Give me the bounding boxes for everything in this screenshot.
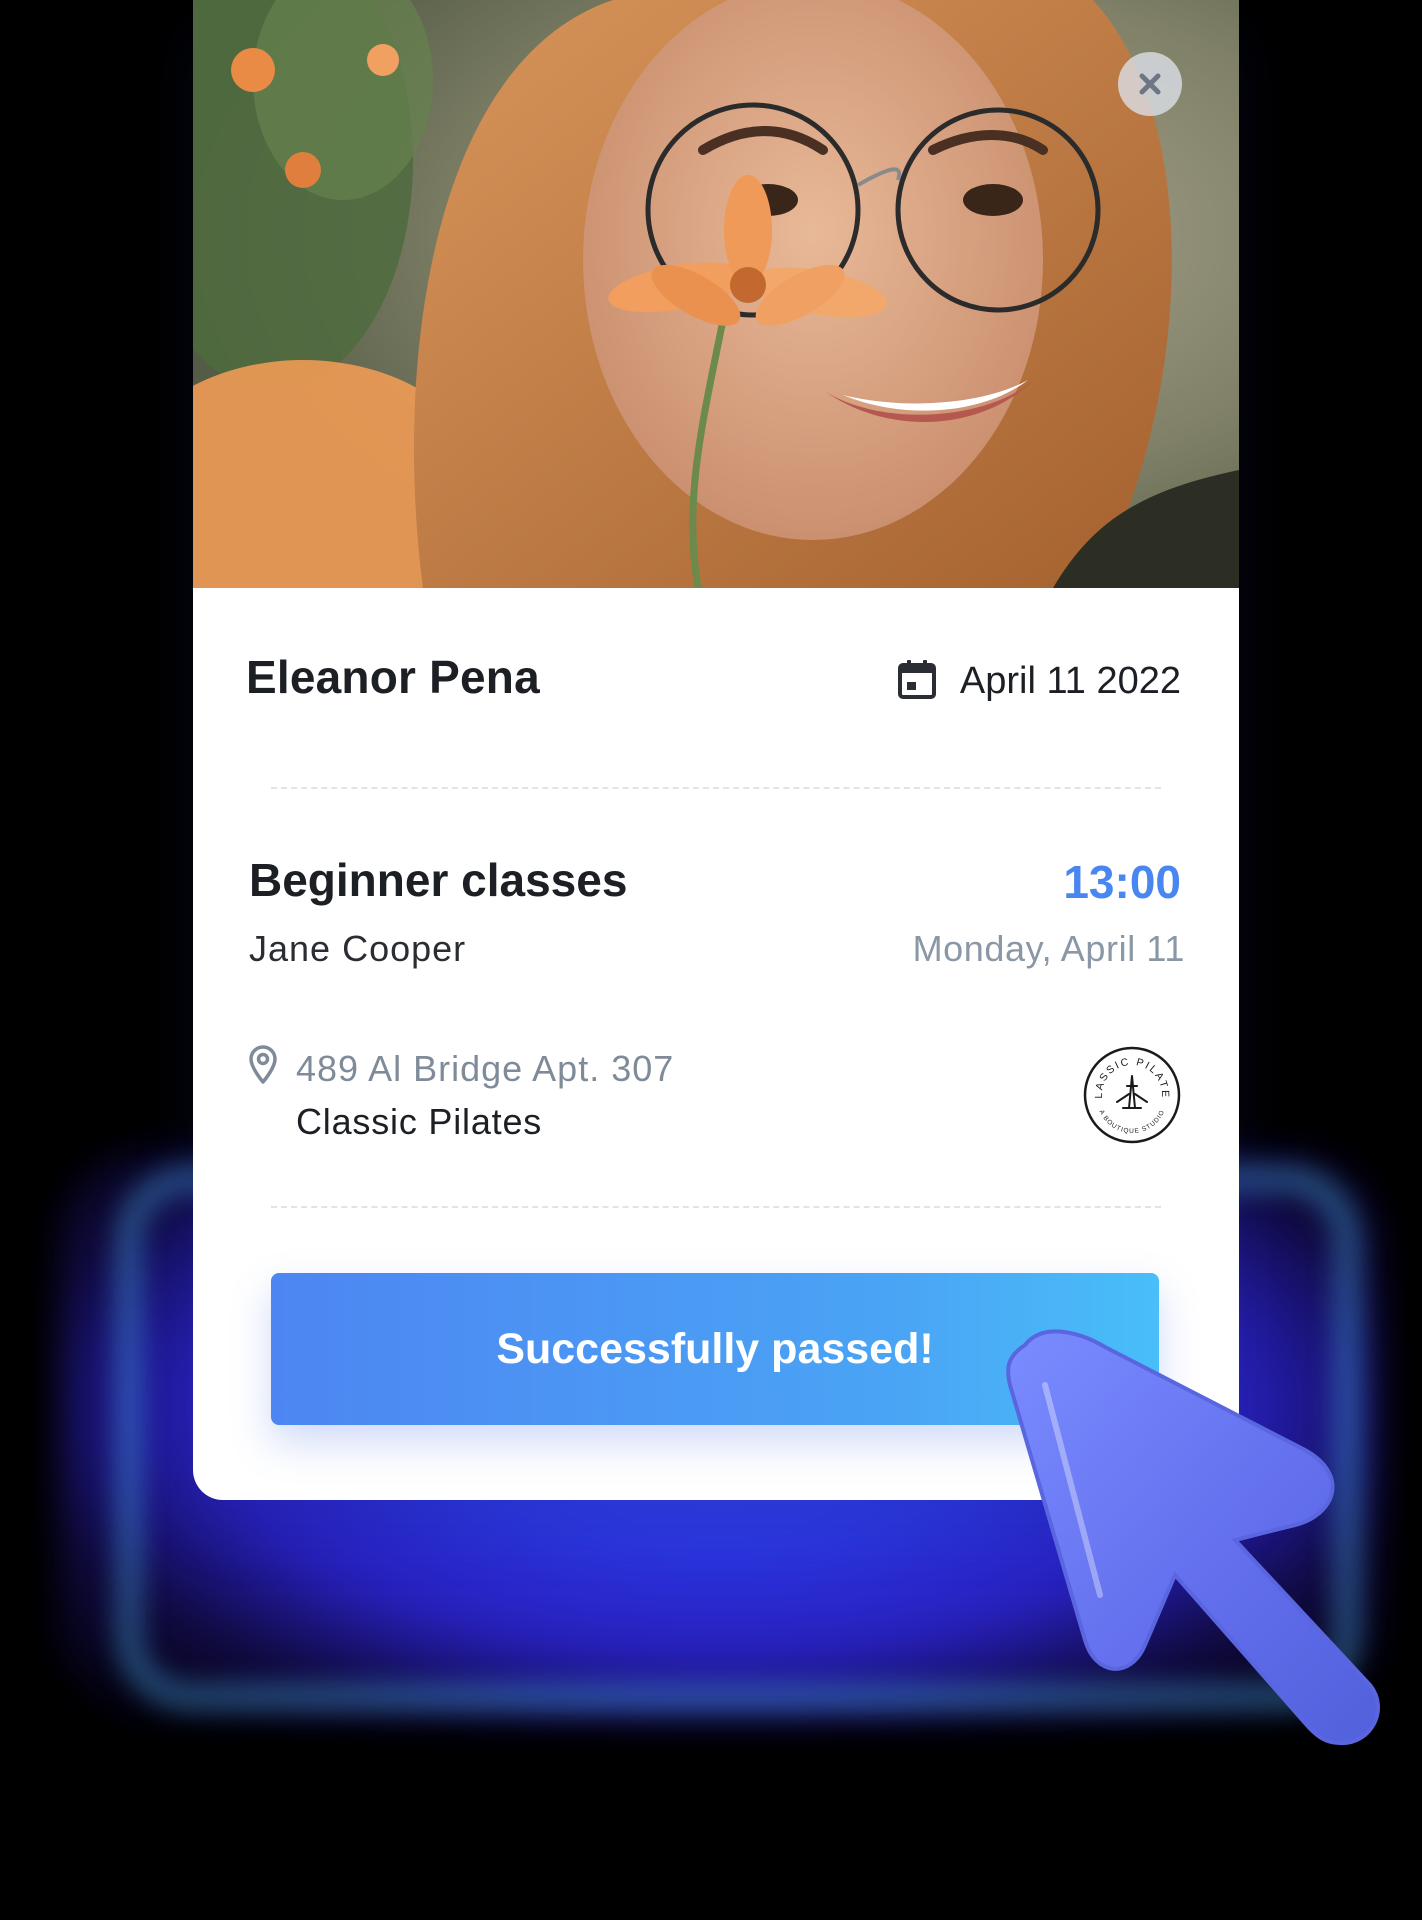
- divider: [271, 1206, 1161, 1208]
- map-pin-icon: [247, 1045, 279, 1090]
- studio-address: 489 Al Bridge Apt. 307: [296, 1048, 675, 1089]
- instructor-name: Jane Cooper: [249, 928, 467, 969]
- studio-logo: CLASSIC PILATES A BOUTIQUE STUDIO: [1078, 1037, 1181, 1144]
- cursor-arrow-icon: [1005, 1325, 1405, 1765]
- class-name: Beginner classes: [249, 854, 628, 906]
- calendar-icon: [896, 658, 938, 705]
- booking-date: April 11 2022: [896, 658, 1181, 705]
- close-icon: [1137, 71, 1163, 97]
- divider: [271, 787, 1161, 789]
- booking-card: Eleanor Pena April 11 2022 Beginner clas…: [193, 0, 1239, 1500]
- client-photo: [193, 0, 1239, 588]
- date-text: April 11 2022: [959, 660, 1181, 702]
- class-day: Monday, April 11: [912, 928, 1185, 969]
- client-name: Eleanor Pena: [246, 651, 540, 703]
- close-button[interactable]: [1118, 52, 1182, 116]
- class-time: 13:00: [1063, 856, 1181, 908]
- studio-name: Classic Pilates: [296, 1101, 543, 1142]
